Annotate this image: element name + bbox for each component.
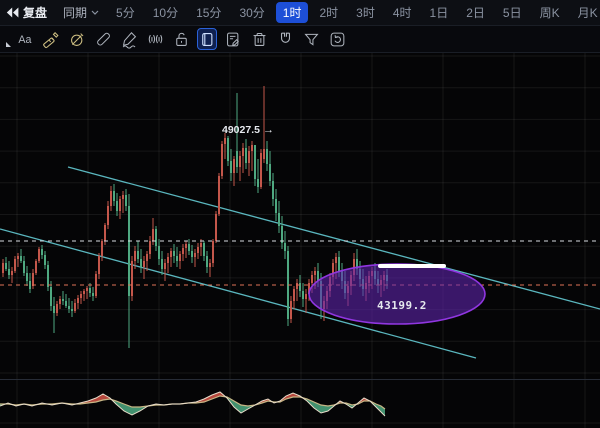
annotation-marked-price[interactable]: 43199.2 <box>377 299 427 312</box>
magnet-icon <box>276 30 295 49</box>
rewind-icon <box>6 7 19 18</box>
lock-tool[interactable] <box>168 27 194 51</box>
more-tools[interactable] <box>2 27 12 51</box>
line-tool[interactable] <box>90 27 116 51</box>
trading-app-window: 复盘 同期 5分10分15分30分1时2时3时4时1日2日5日周K月K季K年K1… <box>0 0 600 428</box>
marked-price-text: 43199.2 <box>377 299 427 312</box>
text-tool[interactable]: Aa <box>12 27 38 51</box>
oscillator-fast-line <box>0 392 385 416</box>
reset-view-tool[interactable] <box>324 27 350 51</box>
lock-icon <box>172 30 191 49</box>
drawn-ellipse-highlight[interactable] <box>309 264 485 324</box>
timeframe-10分[interactable]: 10分 <box>146 2 185 23</box>
timeframe-toolbar: 复盘 同期 5分10分15分30分1时2时3时4时1日2日5日周K月K季K年K1… <box>0 0 600 26</box>
drawing-toolbar: Aa <box>0 26 600 53</box>
filter-tool[interactable] <box>298 27 324 51</box>
ellipse-draw-tool[interactable] <box>64 27 90 51</box>
timeframe-1时[interactable]: 1时 <box>276 2 309 23</box>
timeframe-2时[interactable]: 2时 <box>312 2 345 23</box>
timeframe-月K[interactable]: 月K <box>571 2 600 23</box>
chevron-down-icon <box>91 10 99 15</box>
timeframe-list: 5分10分15分30分1时2时3时4时1日2日5日周K月K季K年K1分 <box>109 2 600 23</box>
oscillator-chart[interactable] <box>0 380 600 428</box>
timeframe-15分[interactable]: 15分 <box>189 2 228 23</box>
timeframe-1日[interactable]: 1日 <box>423 2 456 23</box>
pattern-icon <box>146 30 165 49</box>
filter-icon <box>302 30 321 49</box>
arrow-right-icon: → <box>263 124 274 136</box>
line-icon <box>94 30 113 49</box>
edit-icon <box>224 30 243 49</box>
timeframe-周K[interactable]: 周K <box>533 2 567 23</box>
candlestick-chart[interactable] <box>0 53 600 379</box>
reset-icon <box>328 30 347 49</box>
oscillator-pane <box>0 379 600 428</box>
ellipsetool-icon <box>68 30 87 49</box>
magnet-tool[interactable] <box>272 27 298 51</box>
replay-button[interactable]: 复盘 <box>0 4 53 21</box>
high-price-text: 49027.5 <box>222 124 260 136</box>
annotation-high-price[interactable]: 49027.5→ <box>222 124 274 136</box>
trash-icon <box>250 30 269 49</box>
brush-ruler-tool[interactable] <box>38 27 64 51</box>
grid <box>0 380 600 428</box>
svg-text:Aa: Aa <box>18 34 31 46</box>
freehand-icon <box>120 30 139 49</box>
corner-expand-icon <box>6 42 11 47</box>
edit-list-tool[interactable] <box>220 27 246 51</box>
timeframe-5分[interactable]: 5分 <box>109 2 142 23</box>
box-icon <box>198 30 217 49</box>
timeframe-3时[interactable]: 3时 <box>349 2 382 23</box>
freehand-pencil-tool[interactable] <box>116 27 142 51</box>
brush-icon <box>42 30 61 49</box>
timeframe-5日[interactable]: 5日 <box>496 2 529 23</box>
delete-drawings-tool[interactable] <box>246 27 272 51</box>
chart-area: 49027.5→ 40333→ 43199.2 <box>0 53 600 379</box>
period-dropdown[interactable]: 同期 <box>53 4 109 21</box>
pattern-tool[interactable] <box>142 27 168 51</box>
text-icon: Aa <box>16 30 35 49</box>
timeframe-4时[interactable]: 4时 <box>386 2 419 23</box>
timeframe-30分[interactable]: 30分 <box>232 2 271 23</box>
replay-label: 复盘 <box>23 4 47 21</box>
grid <box>0 53 600 379</box>
timeframe-2日[interactable]: 2日 <box>459 2 492 23</box>
period-label: 同期 <box>63 4 87 21</box>
drawn-white-level-bar[interactable] <box>378 264 446 268</box>
box-select-tool[interactable] <box>194 27 220 51</box>
